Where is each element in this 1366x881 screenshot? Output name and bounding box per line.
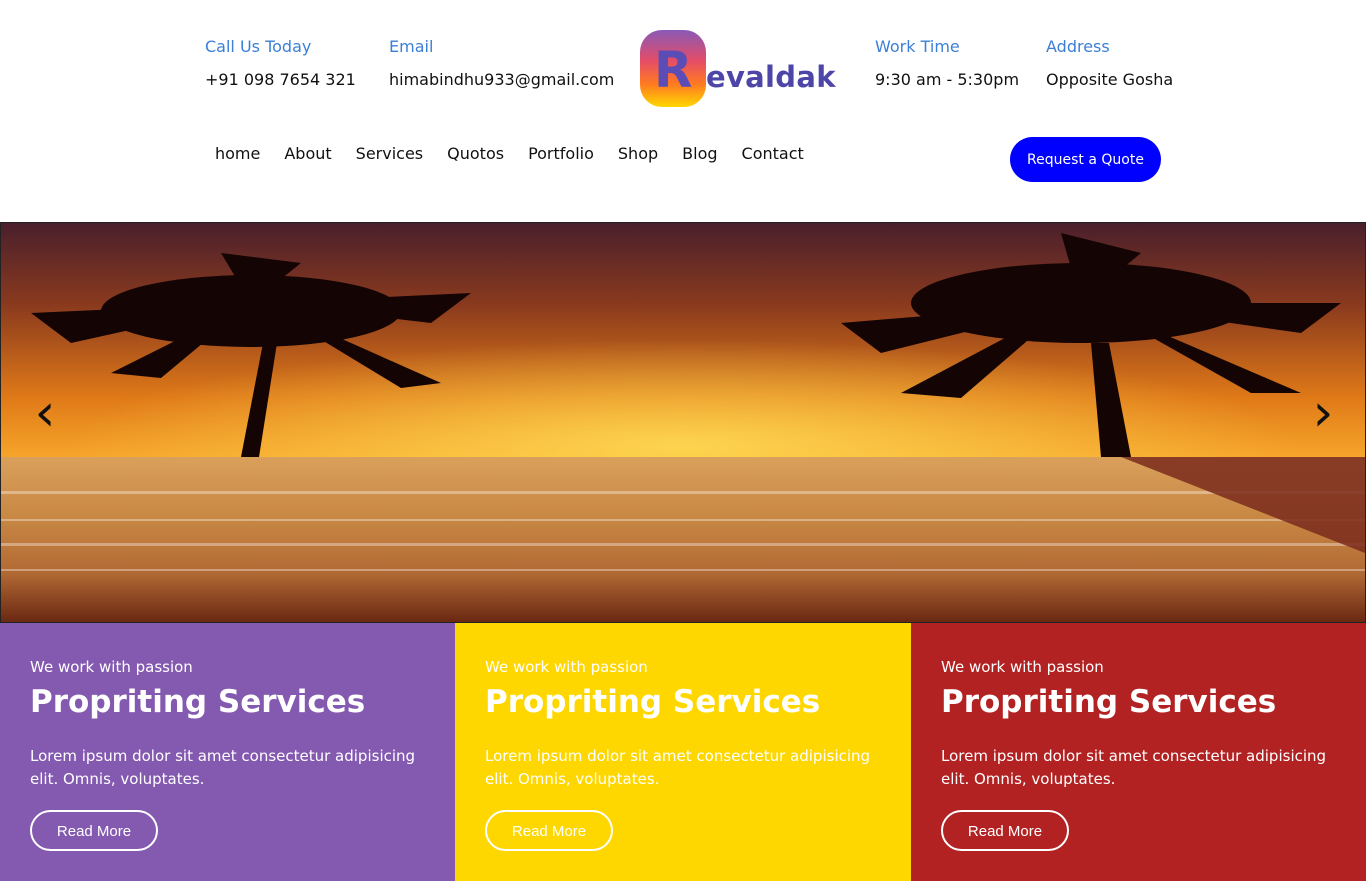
feature-panel-purple: We work with passion Propriting Services… bbox=[0, 623, 455, 881]
phone-value[interactable]: +91 098 7654 321 bbox=[205, 70, 356, 90]
work-time-value: 9:30 am - 5:30pm bbox=[875, 70, 1020, 89]
nav-contact[interactable]: Contact bbox=[742, 143, 804, 165]
carousel-next-icon[interactable]: › bbox=[1303, 383, 1343, 443]
hero-carousel: ‹ › bbox=[0, 222, 1366, 623]
feature-panel-yellow: We work with passion Propriting Services… bbox=[455, 623, 911, 881]
nav-about[interactable]: About bbox=[284, 143, 331, 165]
nav-blog[interactable]: Blog bbox=[682, 143, 717, 165]
contact-phone: Call Us Today +91 098 7654 321 bbox=[205, 37, 356, 90]
request-quote-button[interactable]: Request a Quote bbox=[1010, 137, 1161, 182]
email-label: Email bbox=[389, 37, 434, 56]
feature-title: Propriting Services bbox=[30, 684, 366, 720]
logo-initial: R bbox=[654, 41, 693, 99]
nav-services[interactable]: Services bbox=[356, 143, 423, 165]
work-time-label: Work Time bbox=[875, 37, 960, 56]
work-time: Work Time 9:30 am - 5:30pm bbox=[875, 37, 1019, 90]
feature-eyebrow: We work with passion bbox=[941, 658, 1104, 676]
read-more-button[interactable]: Read More bbox=[941, 810, 1069, 851]
read-more-button[interactable]: Read More bbox=[485, 810, 613, 851]
read-more-button[interactable]: Read More bbox=[30, 810, 158, 851]
nav-home[interactable]: home bbox=[215, 143, 260, 165]
feature-eyebrow: We work with passion bbox=[485, 658, 648, 676]
feature-eyebrow: We work with passion bbox=[30, 658, 193, 676]
address-value: Opposite Gosha bbox=[1046, 70, 1174, 89]
site-logo[interactable]: R evaldak bbox=[640, 30, 835, 108]
nav-shop[interactable]: Shop bbox=[618, 143, 658, 165]
address-label: Address bbox=[1046, 37, 1110, 56]
feature-description: Lorem ipsum dolor sit amet consectetur a… bbox=[485, 747, 871, 788]
feature-description: Lorem ipsum dolor sit amet consectetur a… bbox=[30, 747, 416, 788]
feature-title: Propriting Services bbox=[941, 684, 1277, 720]
logo-wordmark: evaldak bbox=[706, 60, 836, 94]
feature-panel-red: We work with passion Propriting Services… bbox=[911, 623, 1366, 881]
feature-panels: We work with passion Propriting Services… bbox=[0, 623, 1366, 881]
feature-title: Propriting Services bbox=[485, 684, 821, 720]
nav-portfolio[interactable]: Portfolio bbox=[528, 143, 594, 165]
contact-email: Email himabindhu933@gmail.com bbox=[389, 37, 614, 90]
phone-label: Call Us Today bbox=[205, 37, 312, 56]
main-nav: home About Services Quotos Portfolio Sho… bbox=[215, 143, 828, 165]
carousel-prev-icon[interactable]: ‹ bbox=[25, 383, 65, 443]
nav-quotos[interactable]: Quotos bbox=[447, 143, 504, 165]
site-header: Call Us Today +91 098 7654 321 Email him… bbox=[0, 0, 1366, 222]
address: Address Opposite Gosha bbox=[1046, 37, 1173, 90]
hero-slide-image bbox=[1, 223, 1365, 622]
feature-description: Lorem ipsum dolor sit amet consectetur a… bbox=[941, 747, 1327, 788]
email-value[interactable]: himabindhu933@gmail.com bbox=[389, 70, 614, 90]
